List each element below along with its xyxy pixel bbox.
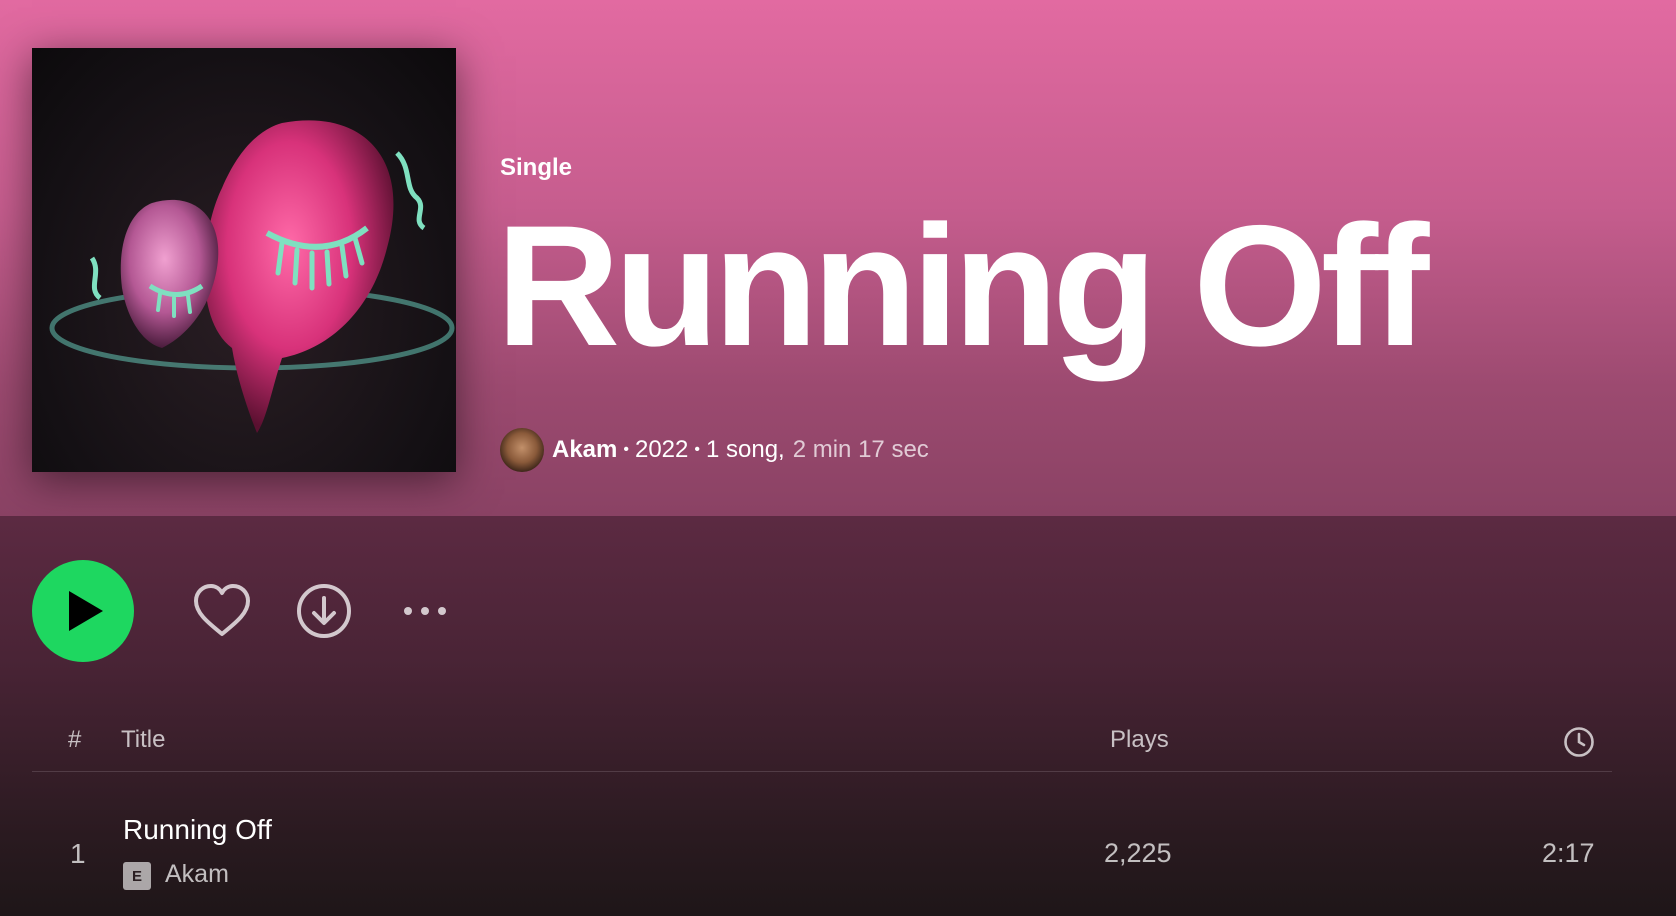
tracklist-header: # Title Plays (32, 716, 1612, 772)
column-number: # (68, 726, 82, 753)
download-button[interactable] (296, 582, 352, 640)
total-duration: 2 min 17 sec (792, 436, 929, 463)
artist-avatar[interactable] (500, 428, 544, 472)
artist-link[interactable]: Akam (552, 436, 617, 464)
play-button[interactable] (32, 560, 134, 662)
album-art (49, 120, 455, 433)
release-year: 2022 (634, 436, 689, 463)
clock-icon (1564, 727, 1594, 757)
track-artist[interactable]: Akam (165, 860, 229, 889)
song-count: 1 song, (705, 436, 785, 463)
album-title: Running Off (496, 190, 1429, 382)
play-icon (69, 591, 103, 631)
track-title[interactable]: Running Off (123, 814, 272, 846)
download-icon (297, 584, 351, 638)
album-cover (32, 48, 456, 472)
column-title: Title (121, 726, 166, 753)
separator-dot: • (694, 441, 700, 458)
column-duration (1563, 726, 1595, 765)
column-plays: Plays (1110, 726, 1169, 753)
album-header: Single Running Off Akam • 2022 • 1 song,… (0, 0, 1676, 516)
track-number: 1 (70, 838, 86, 869)
heart-icon (194, 584, 250, 636)
album-content: # Title Plays 1 Running Off E Akam 2,225… (0, 516, 1676, 916)
more-options-button[interactable] (400, 600, 450, 622)
separator-dot: • (623, 441, 629, 458)
track-row[interactable]: 1 Running Off E Akam 2,225 2:17 (32, 808, 1612, 904)
album-type-label: Single (500, 154, 573, 181)
explicit-badge: E (123, 862, 151, 890)
track-plays: 2,225 (1104, 838, 1172, 868)
like-button[interactable] (192, 582, 252, 640)
album-meta: Akam • 2022 • 1 song, 2 min 17 sec (500, 428, 929, 472)
track-duration: 2:17 (1542, 838, 1595, 868)
more-options-icon (404, 607, 446, 615)
